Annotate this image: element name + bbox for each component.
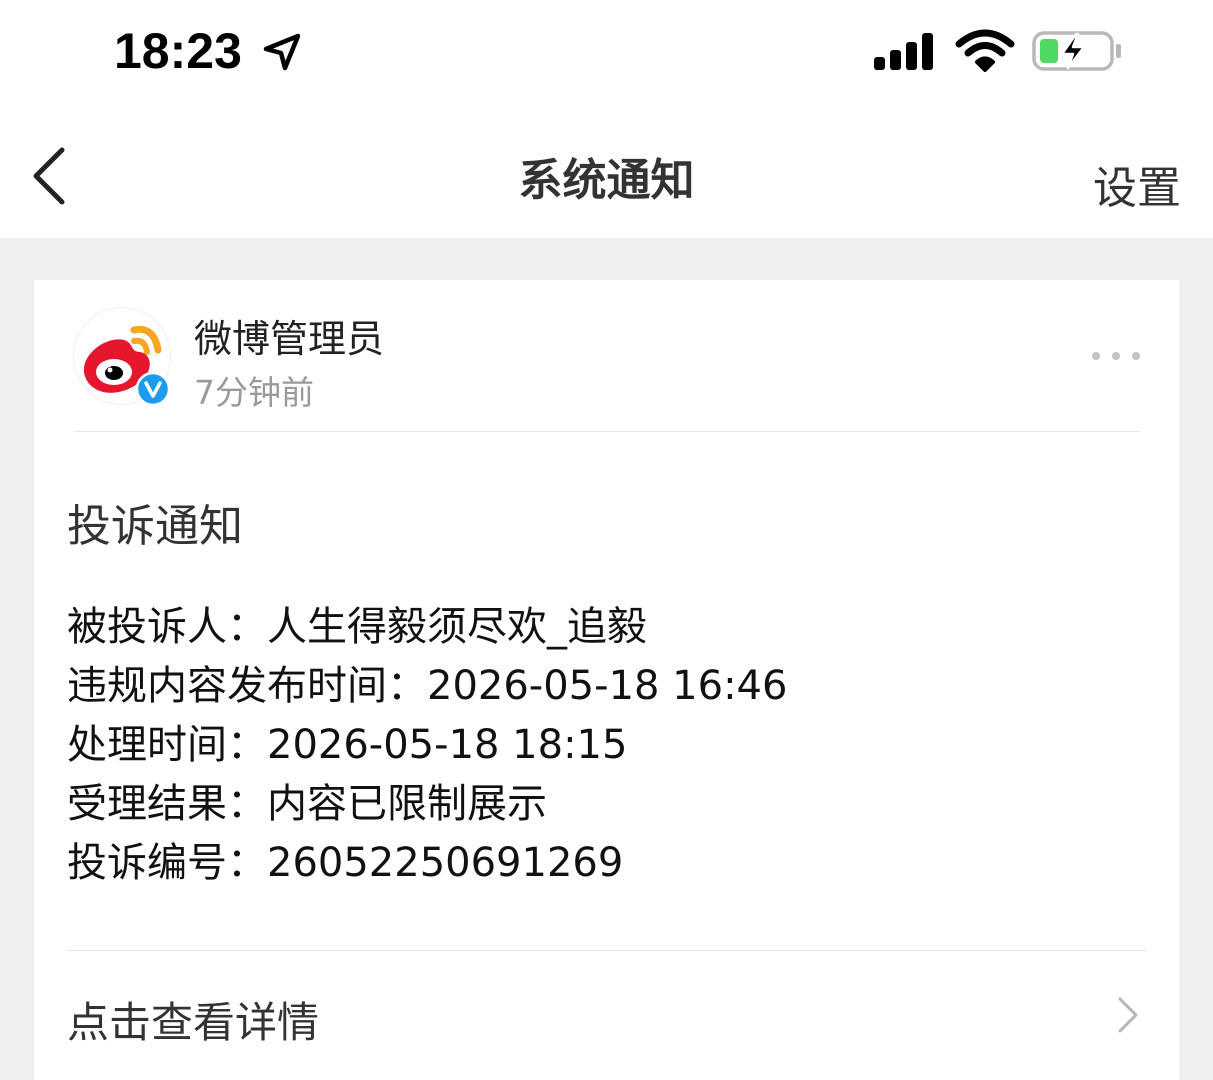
more-dots-icon[interactable] [1090,350,1142,362]
notification-card: 微博管理员 7分钟前 投诉通知 被投诉人：人生得毅须尽欢_追毅 违规内容发布时间… [34,280,1179,1080]
status-time: 18:23 [114,23,242,79]
settings-button[interactable]: 设置 [1093,152,1181,216]
wifi-icon [955,29,1015,72]
location-arrow-icon [263,33,301,71]
page-title: 系统通知 [518,155,695,206]
detail-label: 违规内容发布时间： [67,663,427,709]
detail-row-process-time: 处理时间：2026-05-18 18:15 [67,716,1147,775]
battery-charging-icon [1032,31,1121,71]
detail-value: 2026-05-18 18:15 [267,722,628,768]
detail-label: 被投诉人： [67,604,267,650]
verified-v-icon [136,372,170,406]
detail-row-publish-time: 违规内容发布时间：2026-05-18 16:46 [67,657,1147,716]
detail-value: 26052250691269 [267,840,624,886]
divider [74,431,1140,432]
detail-value: 人生得毅须尽欢_追毅 [267,604,647,650]
detail-value: 内容已限制展示 [267,781,547,827]
sender-name[interactable]: 微博管理员 [194,308,384,363]
detail-label: 受理结果： [67,781,267,827]
detail-label: 处理时间： [67,722,267,768]
detail-row-complained-user: 被投诉人：人生得毅须尽欢_追毅 [67,598,1147,657]
cellular-signal-icon [874,33,933,70]
status-bar: 18:23 [0,0,1213,100]
detail-value: 2026-05-18 16:46 [427,663,788,709]
detail-row-complaint-id: 投诉编号：26052250691269 [67,834,1147,893]
notice-title: 投诉通知 [67,501,243,552]
detail-row-result: 受理结果：内容已限制展示 [67,775,1147,834]
view-details-link[interactable]: 点击查看详情 [34,951,1179,1080]
detail-label: 投诉编号： [67,840,267,886]
chevron-right-icon [1118,997,1138,1033]
nav-bar: 系统通知 设置 [0,100,1213,238]
message-timestamp: 7分钟前 [194,373,314,412]
view-details-label: 点击查看详情 [67,998,320,1047]
detail-list: 被投诉人：人生得毅须尽欢_追毅 违规内容发布时间：2026-05-18 16:4… [67,598,1147,893]
